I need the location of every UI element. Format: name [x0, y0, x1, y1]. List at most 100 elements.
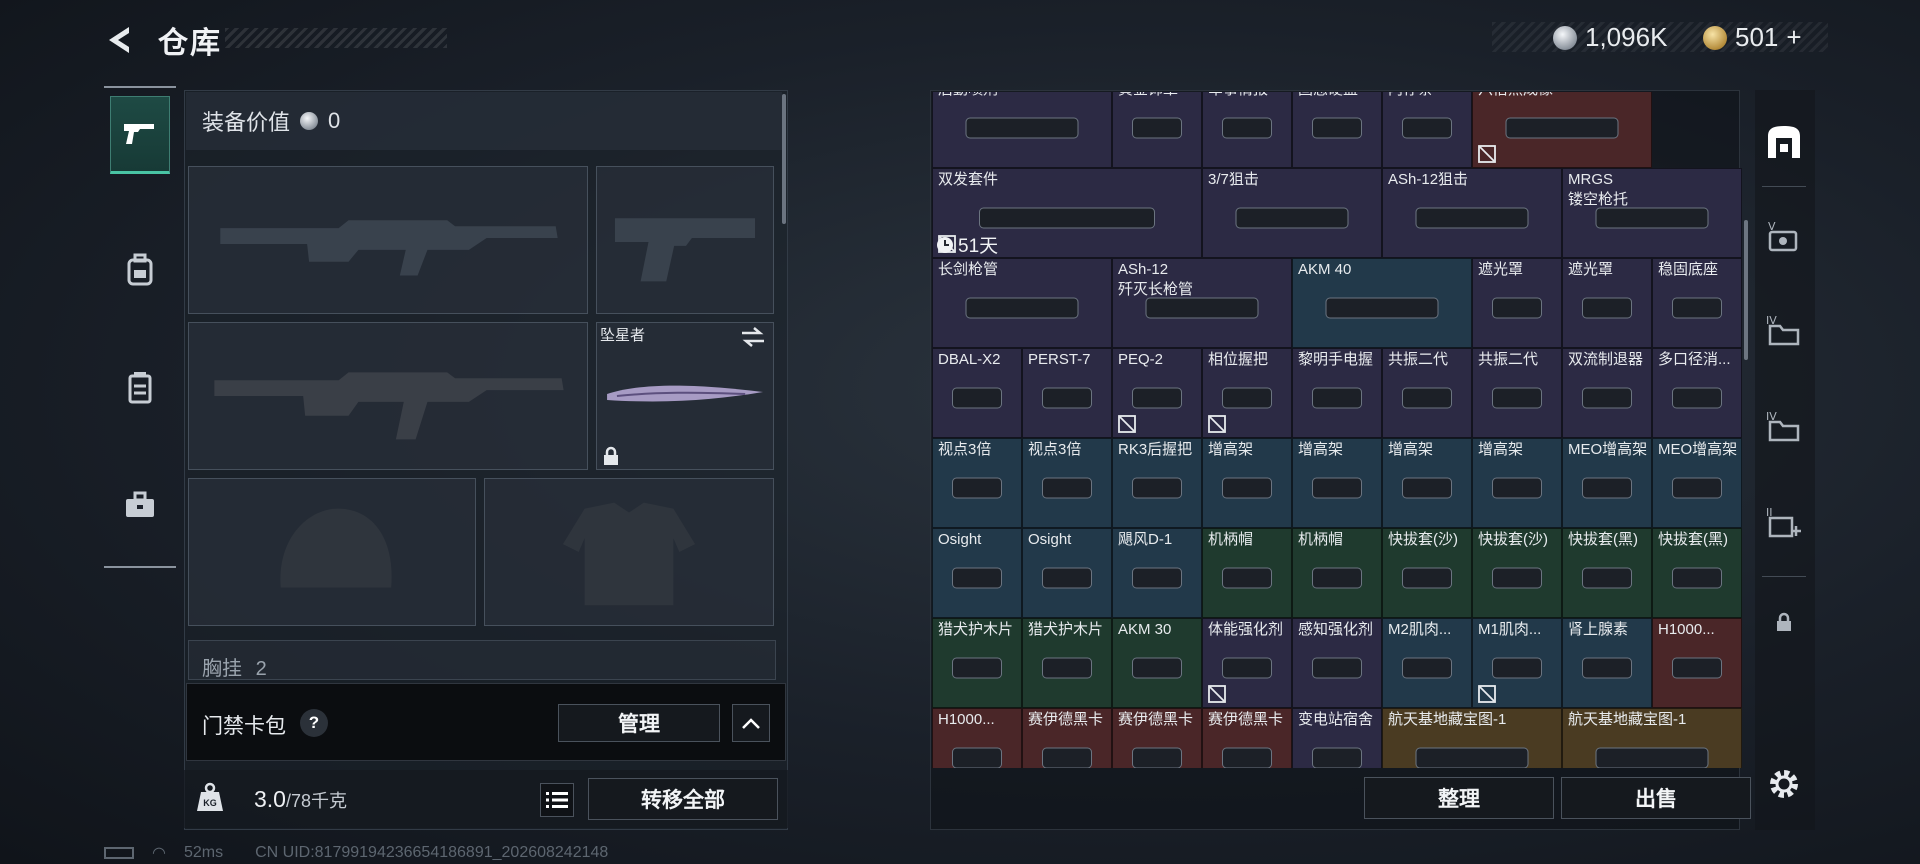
stash-item[interactable]: 赛伊德黑卡: [1022, 708, 1112, 768]
stash-item-label: PERST-7: [1028, 351, 1091, 368]
tab-weapons[interactable]: [110, 96, 170, 174]
stash-item-label: 遮光罩: [1478, 261, 1524, 278]
keycard-manage-button[interactable]: 管理: [558, 704, 720, 742]
currency-add-button[interactable]: +: [1786, 22, 1801, 53]
loadout-scrollbar[interactable]: [782, 94, 786, 224]
stash-item[interactable]: MEO增高架: [1562, 438, 1652, 528]
stash-item[interactable]: 变电站宿舍: [1292, 708, 1382, 768]
weight-max: /78千克: [285, 791, 348, 811]
stash-scrollbar[interactable]: [1744, 220, 1748, 360]
stash-item[interactable]: 遮光罩: [1472, 258, 1562, 348]
stash-item[interactable]: 共振二代: [1382, 348, 1472, 438]
tab-backpack[interactable]: [110, 230, 170, 308]
lock-icon: [604, 446, 618, 465]
rail-add-storage-button[interactable]: II: [1760, 498, 1808, 546]
stash-item[interactable]: 3/7狙击: [1202, 168, 1382, 258]
stash-item[interactable]: 快拔套(沙): [1382, 528, 1472, 618]
stash-item[interactable]: 快拔套(沙): [1472, 528, 1562, 618]
stash-item[interactable]: 航天基地藏宝图-1: [1562, 708, 1742, 768]
stash-item[interactable]: 共振二代: [1472, 348, 1562, 438]
stash-item[interactable]: AKM 40: [1292, 258, 1472, 348]
stash-item[interactable]: PEQ-2: [1112, 348, 1202, 438]
stash-item[interactable]: 稳固底座: [1652, 258, 1742, 348]
stash-item[interactable]: 军事情报: [1202, 92, 1292, 168]
stash-item[interactable]: 视点3倍: [1022, 438, 1112, 528]
sort-button[interactable]: 整理: [1364, 777, 1554, 819]
stash-item[interactable]: 六倍热成像: [1472, 92, 1652, 168]
stash-item[interactable]: Osight: [1022, 528, 1112, 618]
rail-keycard-v-button[interactable]: V: [1760, 212, 1808, 260]
stash-item-label: 3/7狙击: [1208, 171, 1259, 188]
slot-primary-weapon[interactable]: [188, 166, 588, 314]
stash-item[interactable]: 赛伊德黑卡: [1112, 708, 1202, 768]
stash-item[interactable]: 增高架: [1202, 438, 1292, 528]
stash-item[interactable]: 黄金饰章: [1112, 92, 1202, 168]
item-timer: 51天: [936, 231, 998, 258]
stash-item[interactable]: M2肌肉...: [1382, 618, 1472, 708]
rail-folder-iv-button[interactable]: IV: [1760, 306, 1808, 354]
stash-item[interactable]: 长剑枪管: [932, 258, 1112, 348]
stash-item[interactable]: 机柄帽: [1292, 528, 1382, 618]
stash-item[interactable]: 赛伊德黑卡: [1202, 708, 1292, 768]
stash-item[interactable]: 快拔套(黑): [1652, 528, 1742, 618]
vest-icon: [128, 372, 152, 404]
stash-item[interactable]: PERST-7: [1022, 348, 1112, 438]
stash-item[interactable]: 黎明手电握: [1292, 348, 1382, 438]
rail-folder-iv-2-button[interactable]: IV: [1760, 402, 1808, 450]
tab-divider-bottom: [104, 566, 176, 568]
stash-item[interactable]: RK3后握把: [1112, 438, 1202, 528]
tab-vest[interactable]: [110, 348, 170, 426]
slot-helmet[interactable]: [188, 478, 476, 626]
stash-item[interactable]: 机柄帽: [1202, 528, 1292, 618]
stash-item[interactable]: 猎犬护木片: [1022, 618, 1112, 708]
stash-item[interactable]: H1000...: [1652, 618, 1742, 708]
stash-item[interactable]: Osight: [932, 528, 1022, 618]
swap-icon[interactable]: [740, 326, 766, 348]
stash-item[interactable]: ASh-12狙击: [1382, 168, 1562, 258]
stash-item[interactable]: 内存条: [1382, 92, 1472, 168]
stash-item[interactable]: 快拔套(黑): [1562, 528, 1652, 618]
stash-item-label: MEO增高架: [1658, 441, 1738, 458]
stash-item[interactable]: 飓风D-1: [1112, 528, 1202, 618]
stash-item[interactable]: 相位握把: [1202, 348, 1292, 438]
sell-button[interactable]: 出售: [1561, 777, 1751, 819]
stash-item[interactable]: 航天基地藏宝图-1: [1382, 708, 1562, 768]
stash-item[interactable]: MRGS 镂空枪托: [1562, 168, 1742, 258]
stash-item[interactable]: 多口径消...: [1652, 348, 1742, 438]
slot-secondary-weapon[interactable]: [188, 322, 588, 470]
stash-item[interactable]: 遮光罩: [1562, 258, 1652, 348]
stash-item[interactable]: MEO增高架: [1652, 438, 1742, 528]
tab-case[interactable]: [110, 466, 170, 544]
stash-item[interactable]: ASh-12 歼灭长枪管: [1112, 258, 1292, 348]
slot-armor[interactable]: [484, 478, 774, 626]
stash-item[interactable]: 双流制退器: [1562, 348, 1652, 438]
currency-gold[interactable]: 501 +: [1703, 22, 1802, 53]
stash-item[interactable]: DBAL-X2: [932, 348, 1022, 438]
stash-item-label: 视点3倍: [1028, 441, 1082, 458]
transfer-all-button[interactable]: 转移全部: [588, 778, 778, 820]
settings-button[interactable]: [1760, 760, 1808, 808]
stash-item[interactable]: M1肌肉...: [1472, 618, 1562, 708]
list-view-button[interactable]: [540, 783, 574, 817]
item-icon: [1222, 567, 1272, 589]
currency-silver[interactable]: 1,096K: [1553, 22, 1667, 53]
back-button[interactable]: [100, 20, 140, 60]
stash-item[interactable]: 感知强化剂: [1292, 618, 1382, 708]
keycard-expand-button[interactable]: [732, 704, 770, 742]
stash-item[interactable]: 增高架: [1472, 438, 1562, 528]
stash-item[interactable]: 体能强化剂: [1202, 618, 1292, 708]
stash-item[interactable]: 增高架: [1292, 438, 1382, 528]
rail-stash-button[interactable]: [1760, 118, 1808, 166]
stash-item[interactable]: 增高架: [1382, 438, 1472, 528]
stash-item[interactable]: H1000...: [932, 708, 1022, 768]
stash-item[interactable]: 肾上腺素: [1562, 618, 1652, 708]
slot-sidearm[interactable]: [596, 166, 774, 314]
item-icon: [1312, 567, 1362, 589]
stash-item[interactable]: 后勤喷剂: [932, 92, 1112, 168]
keycard-help-button[interactable]: ?: [300, 709, 328, 737]
stash-item[interactable]: 猎犬护木片: [932, 618, 1022, 708]
stash-item[interactable]: 固态硬盘: [1292, 92, 1382, 168]
stash-item[interactable]: AKM 30: [1112, 618, 1202, 708]
stash-item[interactable]: 视点3倍: [932, 438, 1022, 528]
slot-chest-rig[interactable]: [188, 640, 776, 680]
